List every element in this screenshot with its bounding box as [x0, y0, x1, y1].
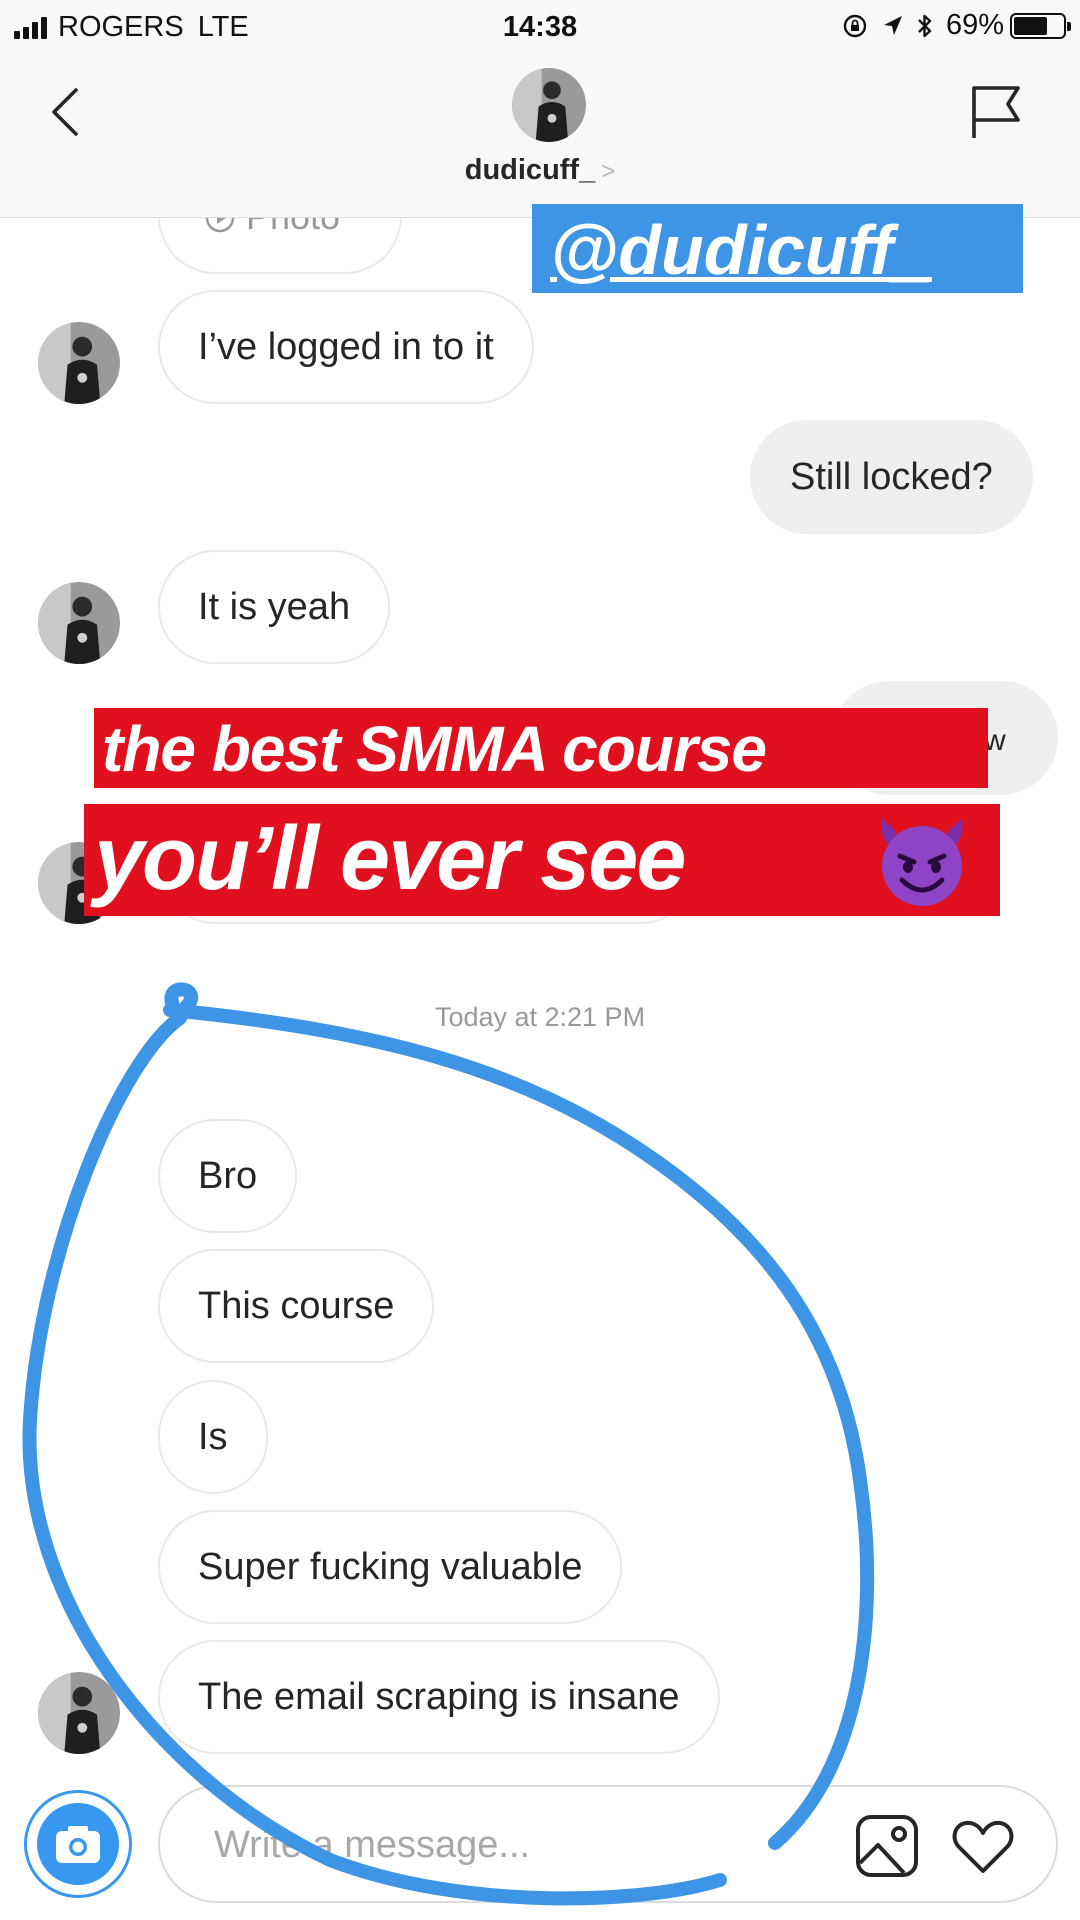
caption-text-1: the best SMMA course — [102, 713, 767, 785]
conversation-header: dudicuff_ > — [0, 54, 1080, 218]
smiling-devil-icon — [881, 818, 963, 906]
chevron-left-icon — [52, 88, 78, 136]
chevron-right-icon: > — [601, 158, 616, 185]
message-text: This course — [198, 1285, 395, 1327]
sender-avatar[interactable] — [38, 1672, 120, 1754]
incoming-message[interactable]: Is — [158, 1380, 268, 1494]
status-bar: ROGERS LTE 14:38 69% — [0, 0, 1080, 54]
message-text: I’ve logged in to it — [198, 326, 494, 368]
bluetooth-icon — [918, 14, 932, 37]
header-avatar[interactable] — [512, 68, 586, 142]
story-overlay: @dudicuff_ the best SMMA course you’ll e… — [0, 0, 1080, 1920]
mention-text: @dudicuff_ — [550, 211, 932, 289]
avatar-image — [38, 582, 120, 664]
message-text: Still locked? — [790, 456, 993, 498]
incoming-message-obscured[interactable] — [158, 810, 698, 924]
back-button[interactable] — [40, 78, 90, 142]
sender-avatar[interactable] — [38, 582, 120, 664]
status-right: 69% — [842, 9, 1071, 42]
message-text: Bro — [198, 1155, 258, 1197]
message-text: w — [984, 724, 1006, 757]
incoming-message[interactable]: The email scraping is insane — [158, 1640, 720, 1754]
direct-message-screen: ROGERS LTE 14:38 69% dudicuff_ > I’ve lo… — [0, 0, 1080, 1920]
battery-icon — [1010, 12, 1071, 39]
message-text: It is yeah — [198, 586, 351, 628]
like-button[interactable] — [950, 1813, 1016, 1879]
location-arrow-icon — [883, 15, 902, 35]
camera-icon-background — [37, 1803, 119, 1885]
outgoing-message[interactable]: Still locked? — [750, 420, 1033, 534]
incoming-message[interactable]: Bro — [158, 1119, 298, 1233]
header-username[interactable]: dudicuff_ > — [0, 154, 1080, 187]
incoming-message[interactable]: I’ve logged in to it — [158, 290, 534, 404]
heart-icon — [952, 1820, 1014, 1873]
flag-button[interactable] — [968, 82, 1024, 142]
avatar-image — [512, 68, 586, 142]
image-icon — [856, 1815, 918, 1877]
avatar-image — [38, 1672, 120, 1754]
orientation-lock-icon — [843, 14, 867, 37]
message-timestamp: Today at 2:21 PM — [434, 1002, 646, 1032]
incoming-message[interactable]: It is yeah — [158, 550, 391, 664]
flag-icon — [972, 86, 1020, 138]
message-text: Is — [198, 1416, 228, 1458]
message-text: The email scraping is insane — [198, 1676, 680, 1718]
message-input[interactable] — [214, 1807, 814, 1883]
message-composer — [158, 1785, 1058, 1903]
camera-icon — [56, 1826, 100, 1863]
incoming-message[interactable]: Super fucking valuable — [158, 1510, 623, 1624]
avatar-image — [38, 322, 120, 404]
sender-avatar[interactable] — [38, 322, 120, 404]
message-text: Super fucking valuable — [198, 1546, 583, 1588]
outgoing-message-obscured[interactable]: w — [832, 681, 1058, 795]
gallery-button[interactable] — [852, 1811, 922, 1881]
incoming-message[interactable]: This course — [158, 1249, 435, 1363]
camera-button[interactable] — [24, 1790, 132, 1898]
battery-percent: 69% — [945, 9, 1004, 41]
avatar-image — [38, 842, 120, 924]
freehand-circle-drawing — [22, 982, 875, 1906]
username-text: dudicuff_ — [464, 154, 596, 186]
sender-avatar[interactable] — [38, 842, 120, 924]
